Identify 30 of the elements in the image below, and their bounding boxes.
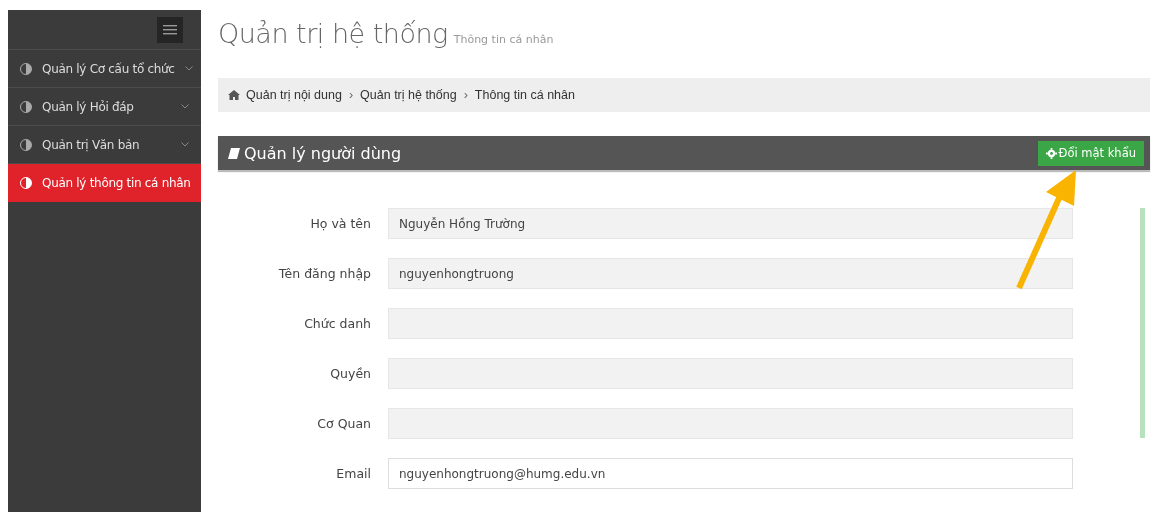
breadcrumb-separator: › bbox=[463, 88, 468, 102]
menu-icon bbox=[163, 23, 177, 36]
field-label: Tên đăng nhập bbox=[277, 266, 371, 281]
sidebar-item[interactable]: Quản lý Hỏi đáp bbox=[8, 88, 201, 126]
half-circle-icon bbox=[20, 62, 32, 75]
chevron-icon bbox=[184, 66, 193, 71]
field-label: Email bbox=[335, 466, 371, 481]
breadcrumb-separator: › bbox=[348, 88, 354, 102]
field-label: Cơ Quan bbox=[316, 416, 371, 431]
field-label: Quyền bbox=[329, 366, 371, 381]
gear-icon bbox=[1045, 147, 1057, 159]
sidebar-item[interactable]: Quản lý thông tin cá nhân bbox=[8, 164, 201, 202]
half-circle-icon bbox=[20, 177, 32, 189]
sidebar-item[interactable]: Quản lý Cơ cấu tổ chức bbox=[8, 50, 201, 88]
field-label: Chức danh bbox=[303, 316, 371, 331]
chevron-icon bbox=[181, 142, 189, 147]
breadcrumb-link[interactable]: Thông tin cá nhân bbox=[474, 88, 575, 102]
breadcrumb-link[interactable]: Quản trị hệ thống bbox=[360, 88, 457, 102]
book-icon bbox=[228, 147, 240, 159]
page-subtitle: Thông tin cá nhân bbox=[453, 33, 554, 46]
page-title: Quản trị hệ thống bbox=[218, 18, 448, 49]
input-field[interactable]: nguyenhongtruong@humg.edu.vn bbox=[388, 458, 1073, 489]
home-icon bbox=[228, 90, 240, 100]
chevron-icon bbox=[181, 104, 189, 109]
menu-button[interactable] bbox=[157, 16, 183, 43]
half-circle-icon bbox=[20, 100, 32, 113]
breadcrumb-link[interactable]: Quản trị nội dung bbox=[246, 88, 342, 102]
field-label: Họ và tên bbox=[309, 216, 371, 231]
half-circle-icon bbox=[20, 138, 32, 151]
panel-title: Quản lý người dùng bbox=[244, 143, 402, 163]
